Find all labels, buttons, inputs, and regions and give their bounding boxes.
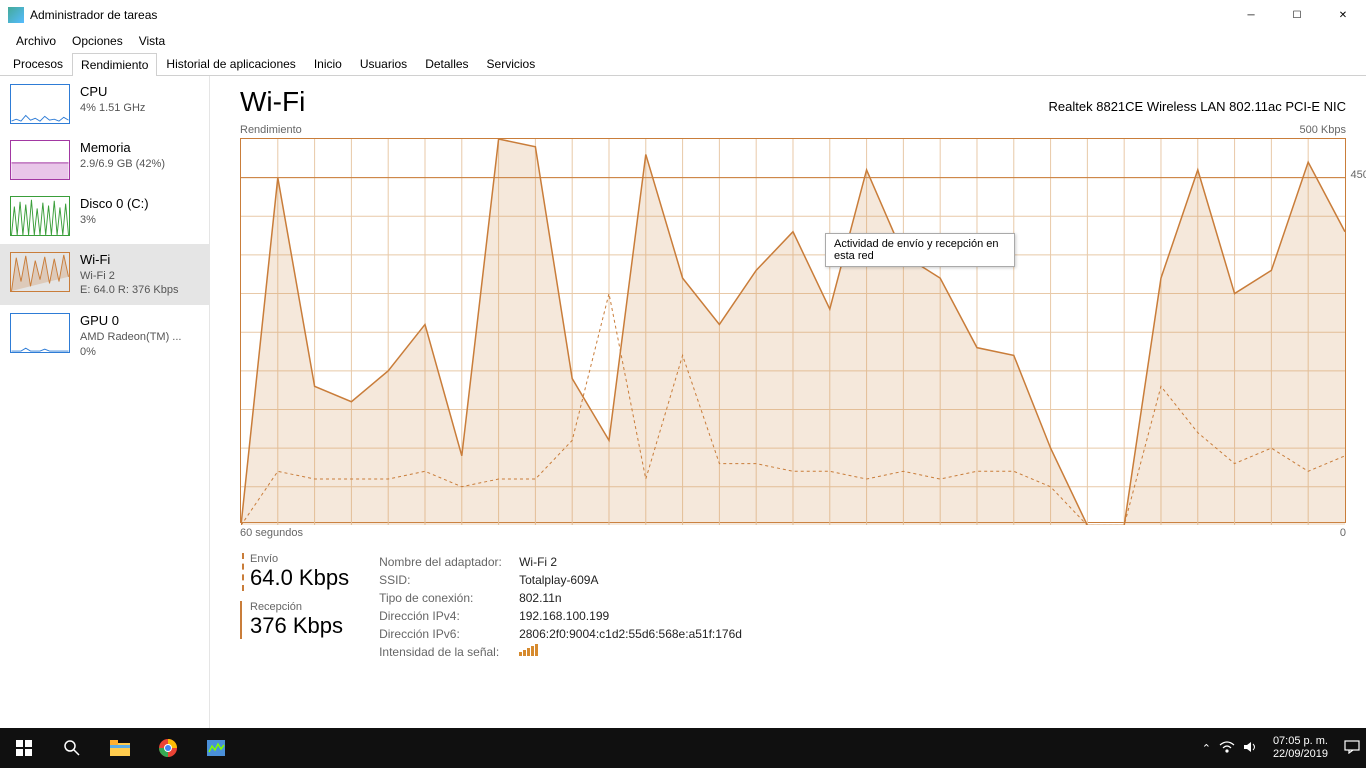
search-icon[interactable]: [48, 728, 96, 768]
memory-title: Memoria: [80, 140, 165, 157]
detail-table: Nombre del adaptador:Wi-Fi 2 SSID:Totalp…: [379, 553, 742, 661]
performance-sidebar: CPU4% 1.51 GHz Memoria2.9/6.9 GB (42%) D…: [0, 76, 210, 728]
adapter-name: Realtek 8821CE Wireless LAN 802.11ac PCI…: [1049, 99, 1346, 114]
volume-icon[interactable]: [1243, 740, 1257, 757]
action-center-icon[interactable]: [1344, 740, 1360, 757]
ipv4-val: 192.168.100.199: [519, 607, 609, 625]
disk-thumb: [10, 196, 70, 236]
sidebar-item-disk[interactable]: Disco 0 (C:)3%: [0, 188, 209, 244]
clock-time: 07:05 p. m.: [1273, 735, 1328, 748]
gpu-title: GPU 0: [80, 313, 181, 330]
wifi-sub2: E: 64.0 R: 376 Kbps: [80, 283, 178, 297]
menu-options[interactable]: Opciones: [64, 34, 131, 48]
page-title: Wi-Fi: [240, 86, 305, 118]
chart-tooltip: Actividad de envío y recepción en esta r…: [825, 233, 1015, 267]
main-panel: Wi-Fi Realtek 8821CE Wireless LAN 802.11…: [210, 76, 1366, 728]
menu-view[interactable]: Vista: [131, 34, 173, 48]
signal-key: Intensidad de la señal:: [379, 643, 519, 661]
recv-value: 376 Kbps: [250, 613, 349, 639]
clock-date: 22/09/2019: [1273, 748, 1328, 761]
start-button[interactable]: [0, 728, 48, 768]
ipv6-key: Dirección IPv6:: [379, 625, 519, 643]
chrome-icon[interactable]: [144, 728, 192, 768]
adapter-key: Nombre del adaptador:: [379, 553, 519, 571]
recv-label: Recepción: [250, 601, 349, 613]
gpu-sub2: 0%: [80, 345, 181, 359]
gpu-sub1: AMD Radeon(TM) ...: [80, 330, 181, 344]
menu-file[interactable]: Archivo: [8, 34, 64, 48]
tray-up-icon[interactable]: ⌃: [1202, 742, 1211, 755]
sidebar-item-cpu[interactable]: CPU4% 1.51 GHz: [0, 76, 209, 132]
clock[interactable]: 07:05 p. m. 22/09/2019: [1265, 735, 1336, 761]
tab-users[interactable]: Usuarios: [351, 52, 416, 75]
chart-annotation-450: 450 Kbps: [1351, 169, 1366, 181]
ipv6-val: 2806:2f0:9004:c1d2:55d6:568e:a51f:176d: [519, 625, 742, 643]
taskbar: ⌃ 07:05 p. m. 22/09/2019: [0, 728, 1366, 768]
ssid-val: Totalplay-609A: [519, 571, 598, 589]
send-label: Envío: [250, 553, 349, 565]
chart-y-max: 500 Kbps: [1300, 124, 1346, 136]
memory-sub: 2.9/6.9 GB (42%): [80, 157, 165, 171]
minimize-button[interactable]: ─: [1228, 0, 1274, 30]
window-controls: ─ ☐ ✕: [1228, 0, 1366, 30]
titlebar: Administrador de tareas ─ ☐ ✕: [0, 0, 1366, 30]
ipv4-key: Dirección IPv4:: [379, 607, 519, 625]
conn-val: 802.11n: [519, 589, 562, 607]
gpu-thumb: [10, 313, 70, 353]
signal-bars-icon: [519, 644, 538, 656]
explorer-icon[interactable]: [96, 728, 144, 768]
window-title: Administrador de tareas: [30, 8, 1228, 22]
tab-services[interactable]: Servicios: [478, 52, 545, 75]
tab-apphistory[interactable]: Historial de aplicaciones: [157, 52, 304, 75]
adapter-val: Wi-Fi 2: [519, 553, 557, 571]
menubar: Archivo Opciones Vista: [0, 30, 1366, 52]
sidebar-item-memory[interactable]: Memoria2.9/6.9 GB (42%): [0, 132, 209, 188]
throughput-chart: 450 Kbps: [240, 138, 1346, 523]
cpu-title: CPU: [80, 84, 145, 101]
wifi-sub1: Wi-Fi 2: [80, 269, 178, 283]
send-value: 64.0 Kbps: [250, 565, 349, 591]
wifi-thumb: [10, 252, 70, 292]
chart-y-label: Rendimiento: [240, 124, 302, 136]
tab-performance[interactable]: Rendimiento: [72, 53, 157, 76]
chart-x-right: 0: [1340, 527, 1346, 539]
cpu-thumb: [10, 84, 70, 124]
conn-key: Tipo de conexión:: [379, 589, 519, 607]
cpu-sub: 4% 1.51 GHz: [80, 101, 145, 115]
ssid-key: SSID:: [379, 571, 519, 589]
maximize-button[interactable]: ☐: [1274, 0, 1320, 30]
disk-title: Disco 0 (C:): [80, 196, 149, 213]
sidebar-item-gpu[interactable]: GPU 0AMD Radeon(TM) ...0%: [0, 305, 209, 366]
chart-x-left: 60 segundos: [240, 527, 303, 539]
wifi-tray-icon[interactable]: [1219, 741, 1235, 756]
close-button[interactable]: ✕: [1320, 0, 1366, 30]
tab-details[interactable]: Detalles: [416, 52, 477, 75]
disk-sub: 3%: [80, 213, 149, 227]
app-icon: [8, 7, 24, 23]
tab-startup[interactable]: Inicio: [305, 52, 351, 75]
memory-thumb: [10, 140, 70, 180]
wifi-title: Wi-Fi: [80, 252, 178, 269]
tab-processes[interactable]: Procesos: [4, 52, 72, 75]
taskmgr-icon[interactable]: [192, 728, 240, 768]
sidebar-item-wifi[interactable]: Wi-FiWi-Fi 2E: 64.0 R: 376 Kbps: [0, 244, 209, 305]
tab-bar: Procesos Rendimiento Historial de aplica…: [0, 52, 1366, 76]
